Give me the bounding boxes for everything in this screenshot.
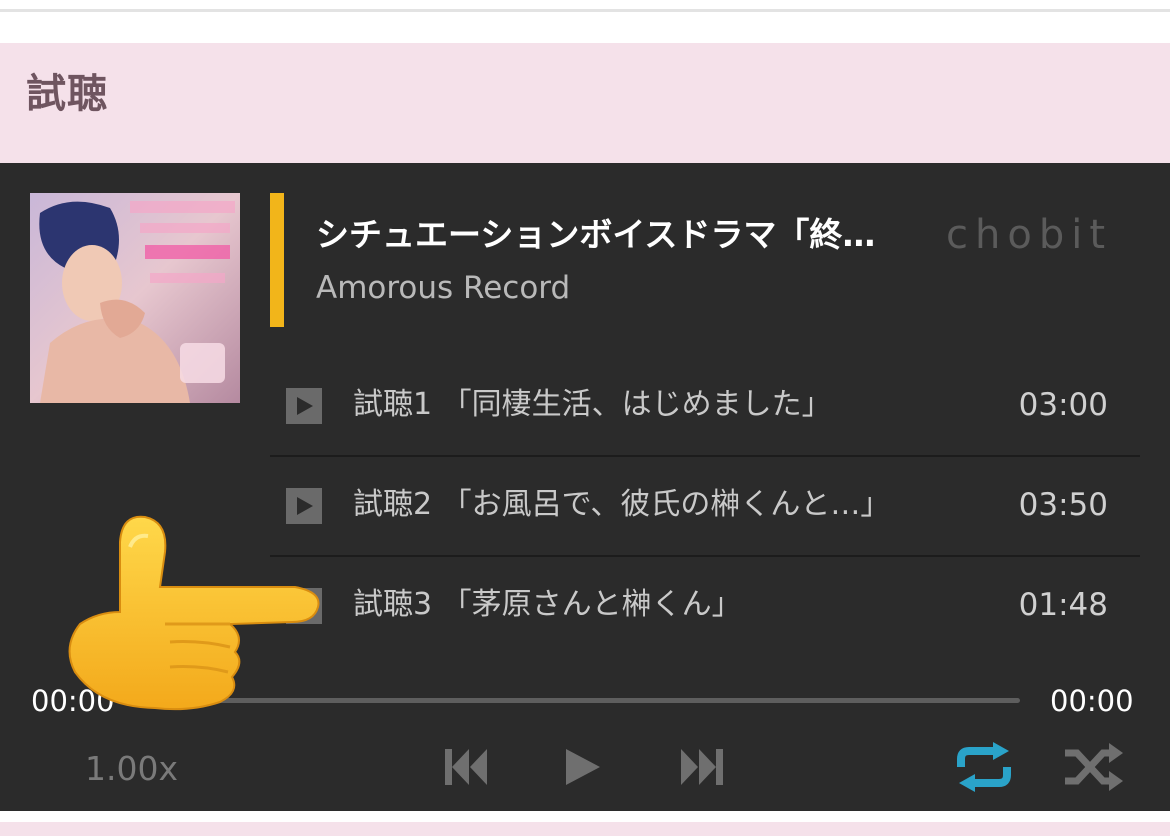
- playlist-item-label: 試聴3 「茅原さんと榊くん」: [353, 587, 742, 622]
- track-artist: Amorous Record: [316, 270, 571, 306]
- skip-next-icon[interactable]: [679, 747, 725, 787]
- playlist-item-duration: 01:48: [1018, 587, 1108, 623]
- total-time: 00:00: [1050, 684, 1134, 718]
- repeat-icon[interactable]: [953, 741, 1015, 793]
- playlist-item-label: 試聴1 「同棲生活、はじめました」: [353, 387, 832, 422]
- brand-logo[interactable]: chobit: [946, 213, 1112, 257]
- section-title: 試聴: [26, 71, 108, 117]
- play-icon[interactable]: [286, 388, 322, 424]
- album-cover-art-icon: [30, 193, 240, 403]
- shuffle-icon[interactable]: [1063, 741, 1125, 793]
- play-icon[interactable]: [564, 747, 602, 787]
- album-cover: [30, 193, 240, 403]
- skip-previous-icon[interactable]: [443, 747, 489, 787]
- playlist-item[interactable]: 試聴1 「同棲生活、はじめました」 03:00: [270, 357, 1140, 457]
- playlist: 試聴1 「同棲生活、はじめました」 03:00 試聴2 「お風呂で、彼氏の榊くん…: [270, 357, 1140, 655]
- top-divider: [0, 9, 1170, 12]
- playlist-item[interactable]: 試聴3 「茅原さんと榊くん」 01:48: [270, 557, 1140, 655]
- pointing-hand-emoji-icon: [68, 515, 320, 711]
- bottom-strip: [0, 822, 1170, 836]
- playlist-item-duration: 03:50: [1018, 487, 1108, 523]
- playback-speed-button[interactable]: 1.00x: [85, 749, 178, 789]
- playlist-item[interactable]: 試聴2 「お風呂で、彼氏の榊くんと…」 03:50: [270, 457, 1140, 557]
- playlist-item-duration: 03:00: [1018, 387, 1108, 423]
- section-header: [0, 43, 1170, 163]
- playlist-item-label: 試聴2 「お風呂で、彼氏の榊くんと…」: [353, 487, 891, 522]
- accent-bar: [270, 193, 284, 327]
- track-title: シチュエーションボイスドラマ「終…: [316, 215, 876, 254]
